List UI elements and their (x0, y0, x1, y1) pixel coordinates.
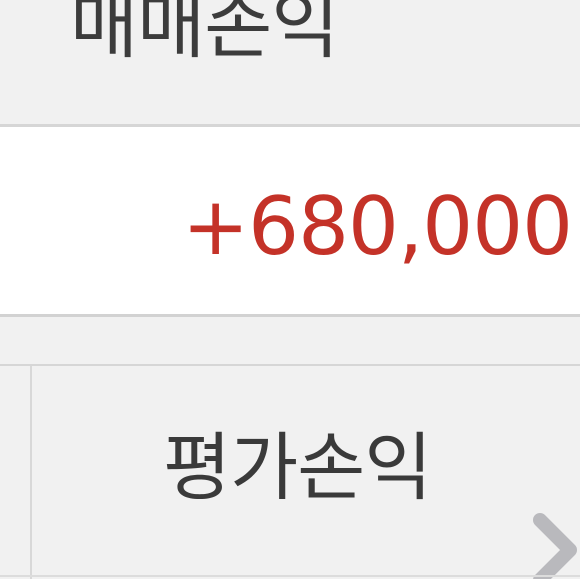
profit-loss-panel: 매매손익 +680,000 평가손익 (0, 0, 580, 579)
trading-profit-label: 매매손익 (70, 0, 339, 69)
trading-profit-header: 매매손익 (0, 0, 580, 124)
divider (0, 575, 580, 577)
chevron-right-icon[interactable] (530, 510, 580, 579)
valuation-profit-label: 평가손익 (163, 425, 432, 511)
tab-cell-left (0, 366, 30, 579)
section-gap (0, 317, 580, 364)
chevron-right-stroke (533, 513, 577, 579)
trading-profit-amount: +680,000 (182, 180, 573, 273)
